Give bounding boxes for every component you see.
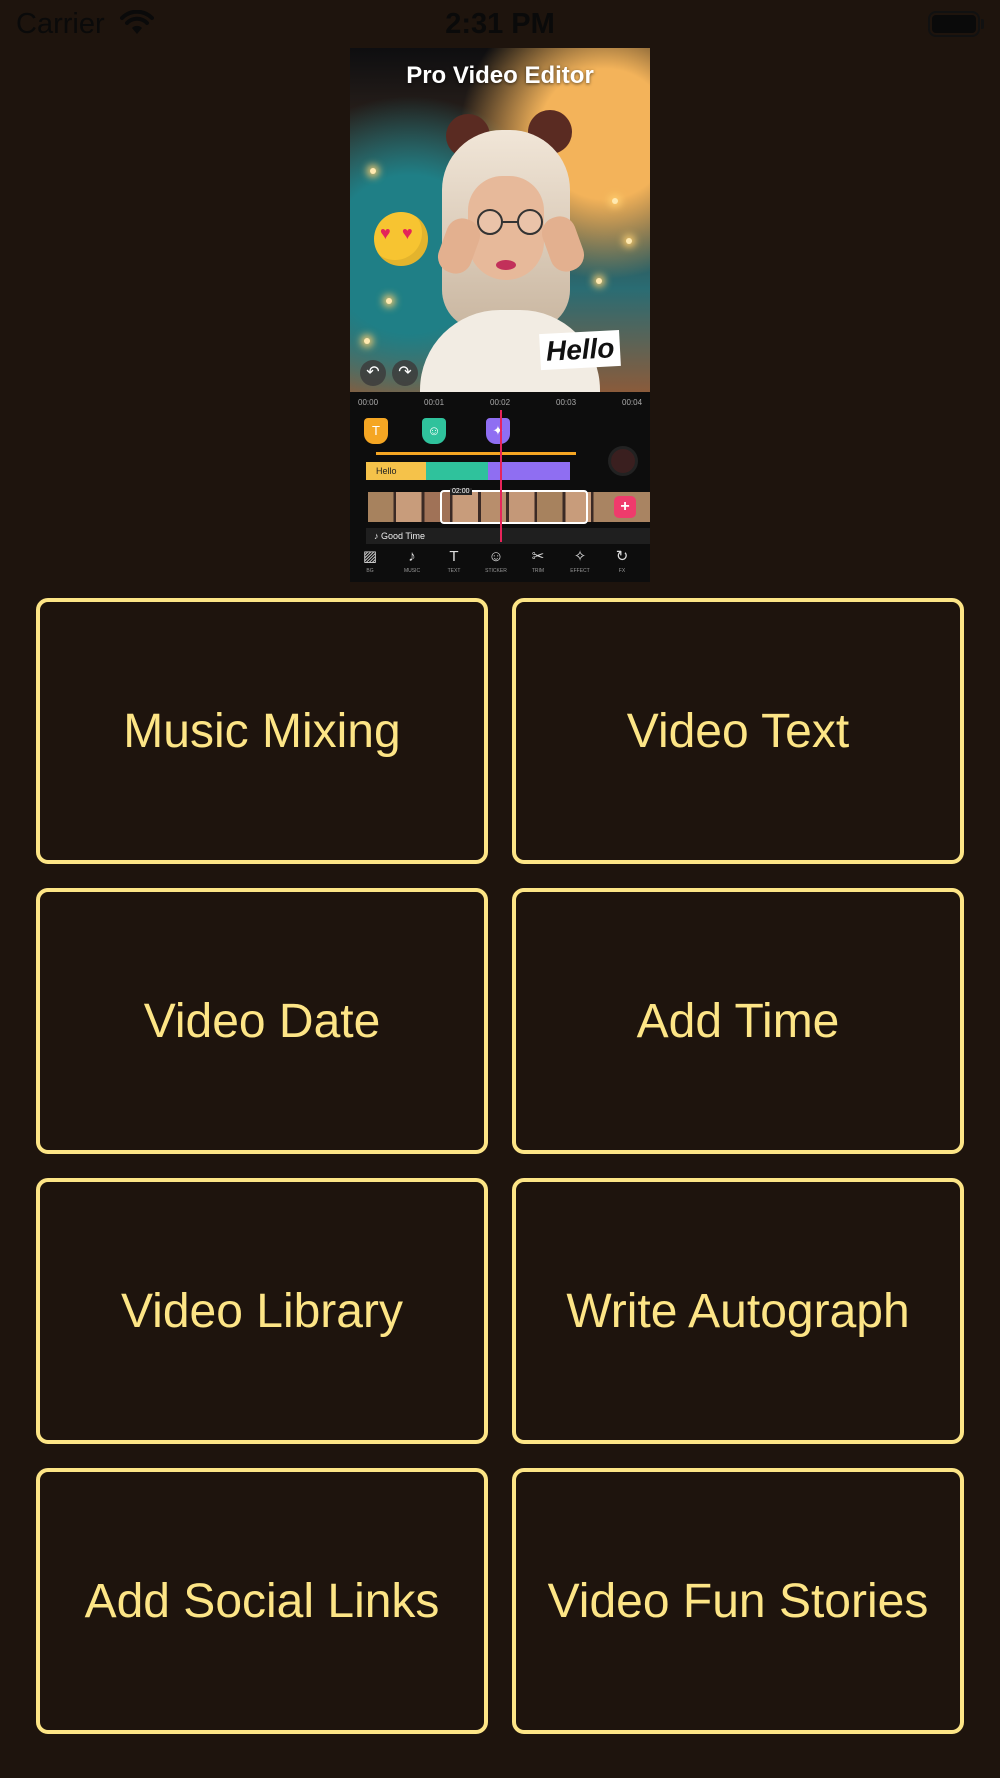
hello-sticker: Hello [539, 329, 622, 371]
ruler-tick: 00:00 [358, 398, 379, 407]
text-track: Hello [366, 462, 426, 480]
undo-icon: ↶ [360, 360, 386, 386]
audio-track-label: Good Time [381, 531, 426, 541]
editor-toolbar: ▨ BG ♪ MUSIC T TEXT ☺ STICKER ✂ TRIM ✧ EFFECT … [350, 548, 650, 582]
sticker-marker-icon: ☺ [422, 418, 446, 444]
ruler-tick: 00:02 [490, 398, 511, 407]
ruler-tick: 00:01 [424, 398, 445, 407]
fx-tool-icon: ↻ FX [615, 548, 629, 574]
text-marker-icon: T [364, 418, 388, 444]
write-autograph-button[interactable]: Write Autograph [512, 1178, 964, 1444]
audio-track: ♪ Good Time [366, 528, 650, 544]
add-social-links-button[interactable]: Add Social Links [36, 1468, 488, 1734]
add-time-button[interactable]: Add Time [512, 888, 964, 1154]
music-mixing-button[interactable]: Music Mixing [36, 598, 488, 864]
sticker-tool-icon: ☺ STICKER [485, 548, 507, 574]
music-tool-icon: ♪ MUSIC [403, 548, 421, 574]
status-time: 2:31 PM [445, 8, 555, 40]
ruler-tick: 00:03 [556, 398, 577, 407]
trim-tool-icon: ✂ TRIM [531, 548, 545, 574]
video-text-button[interactable]: Video Text [512, 598, 964, 864]
music-disc-icon [608, 446, 638, 476]
selected-clip [440, 490, 588, 524]
banner-title: Pro Video Editor [406, 62, 594, 89]
clip-time: 02:00 [450, 488, 472, 495]
battery-icon [928, 11, 984, 37]
text-tool-icon: T TEXT [447, 548, 461, 574]
redo-icon: ↷ [392, 360, 418, 386]
add-clip-icon: + [614, 496, 636, 518]
video-library-button[interactable]: Video Library [36, 1178, 488, 1444]
video-date-button[interactable]: Video Date [36, 888, 488, 1154]
sticker-track [426, 462, 488, 480]
video-fun-stories-button[interactable]: Video Fun Stories [512, 1468, 964, 1734]
editor-timeline: 00:00 00:01 00:02 00:03 00:04 T ☺ ✦ Hell… [350, 392, 650, 582]
effect-marker-icon: ✦ [486, 418, 510, 444]
status-bar: Carrier 2:31 PM [0, 0, 1000, 50]
effect-tool-icon: ✧ EFFECT [570, 548, 590, 574]
app-preview-banner: ♥ ♥ Pro Video Editor Hello ↶ ↷ 00:00 00:0… [350, 48, 650, 582]
heart-eyes-emoji-icon: ♥ ♥ [374, 212, 428, 266]
background-tool-icon: ▨ BG [362, 548, 378, 574]
playhead [500, 410, 502, 542]
ruler-tick: 00:04 [622, 398, 643, 407]
